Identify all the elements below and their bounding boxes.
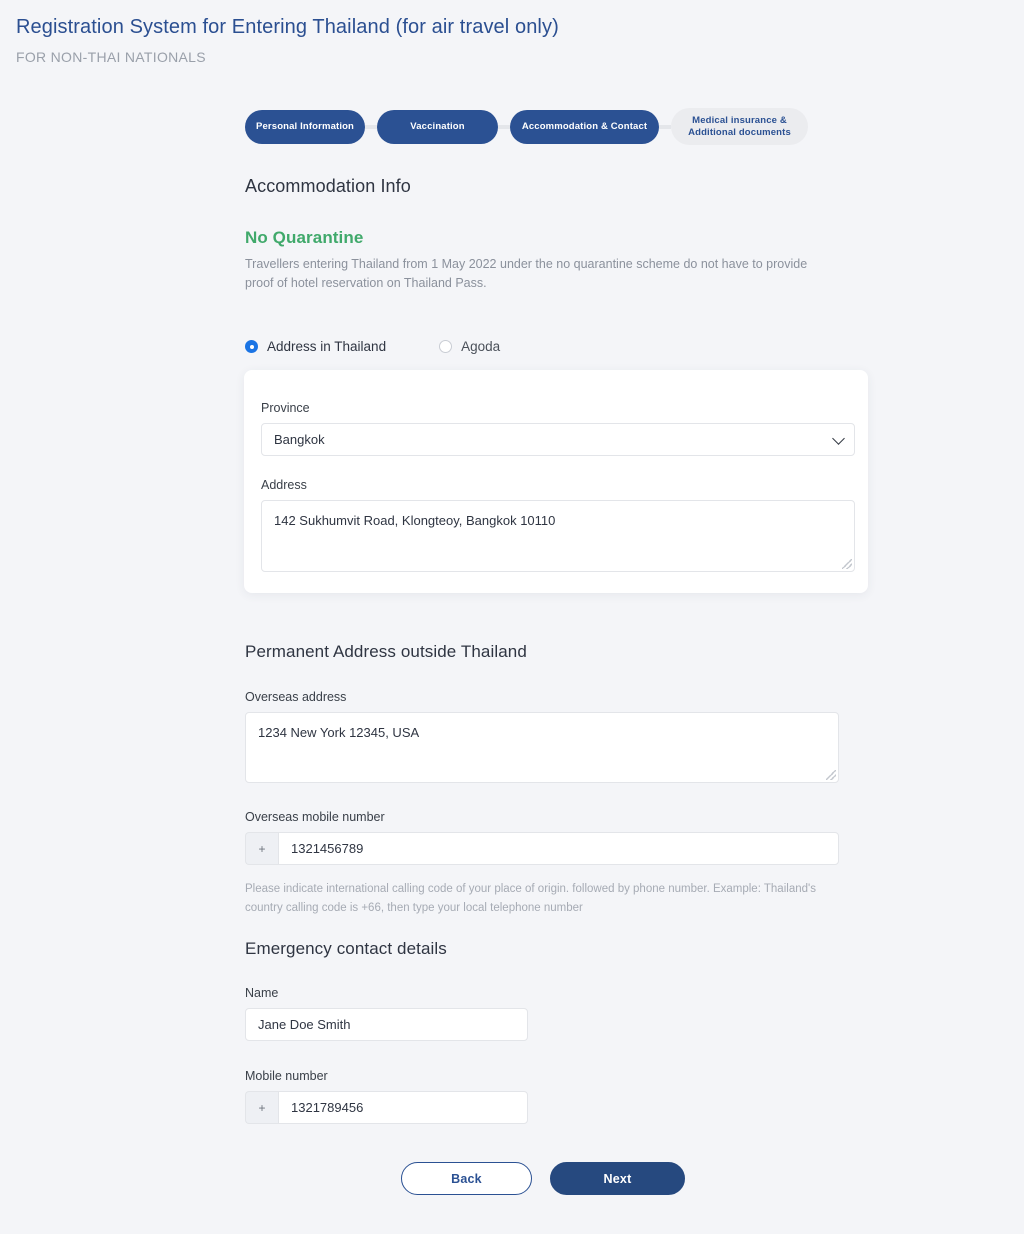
step-vaccination[interactable]: Vaccination [377, 109, 498, 144]
permanent-address-heading: Permanent Address outside Thailand [245, 642, 527, 661]
step-connector [365, 124, 377, 129]
radio-option-address-in-thailand[interactable]: Address in Thailand [245, 339, 386, 354]
resize-handle-icon[interactable] [826, 770, 836, 780]
overseas-mobile-group: + 1321456789 [245, 832, 841, 865]
accommodation-info-heading: Accommodation Info [245, 176, 411, 196]
emergency-name-label: Name [245, 986, 279, 1000]
overseas-mobile-label: Overseas mobile number [245, 810, 385, 824]
back-button[interactable]: Back [401, 1162, 532, 1195]
step-medical-insurance-additional-documents[interactable]: Medical insurance & Additional documents [671, 108, 808, 145]
step-connector [498, 124, 510, 129]
no-quarantine-description: Travellers entering Thailand from 1 May … [245, 257, 808, 290]
emergency-mobile-label: Mobile number [245, 1069, 328, 1083]
progress-stepper: Personal Information Vaccination Accommo… [245, 108, 1024, 145]
step-personal-information[interactable]: Personal Information [245, 109, 365, 144]
radio-option-agoda[interactable]: Agoda [439, 339, 500, 354]
province-label: Province [261, 401, 310, 415]
radio-selected-icon[interactable] [245, 340, 258, 353]
overseas-address-label: Overseas address [245, 690, 347, 704]
radio-label-agoda: Agoda [461, 339, 501, 354]
emergency-mobile-group: + 1321789456 [245, 1091, 841, 1124]
accommodation-type-radio-group: Address in Thailand Agoda [245, 339, 841, 354]
form-column: Accommodation Info No Quarantine Travell… [244, 176, 868, 1195]
step-connector [659, 124, 671, 129]
content-area: Personal Information Vaccination Accommo… [228, 0, 1024, 1234]
address-textarea[interactable]: 142 Sukhumvit Road, Klongteoy, Bangkok 1… [261, 500, 855, 572]
overseas-mobile-prefix: + [245, 832, 278, 865]
step-accommodation-contact[interactable]: Accommodation & Contact [510, 109, 659, 144]
radio-unselected-icon[interactable] [439, 340, 453, 353]
address-in-thailand-card: Province Bangkok Address 142 Sukhumvit R… [244, 370, 868, 593]
province-select[interactable]: Bangkok [261, 423, 855, 456]
emergency-mobile-prefix: + [245, 1091, 278, 1124]
radio-label-address-in-thailand: Address in Thailand [267, 339, 387, 354]
emergency-contact-heading: Emergency contact details [245, 939, 447, 958]
emergency-mobile-input[interactable]: 1321789456 [278, 1091, 528, 1124]
next-button[interactable]: Next [550, 1162, 685, 1195]
resize-handle-icon[interactable] [842, 559, 852, 569]
no-quarantine-heading: No Quarantine [245, 228, 364, 247]
overseas-mobile-input[interactable]: 1321456789 [278, 832, 839, 865]
address-label: Address [261, 478, 307, 492]
emergency-name-input[interactable]: Jane Doe Smith [245, 1008, 528, 1041]
form-navigation-buttons: Back Next [245, 1162, 841, 1195]
province-select-wrapper[interactable]: Bangkok [261, 423, 855, 456]
overseas-mobile-helper-text: Please indicate international calling co… [245, 883, 816, 914]
overseas-address-textarea[interactable]: 1234 New York 12345, USA [245, 712, 839, 783]
